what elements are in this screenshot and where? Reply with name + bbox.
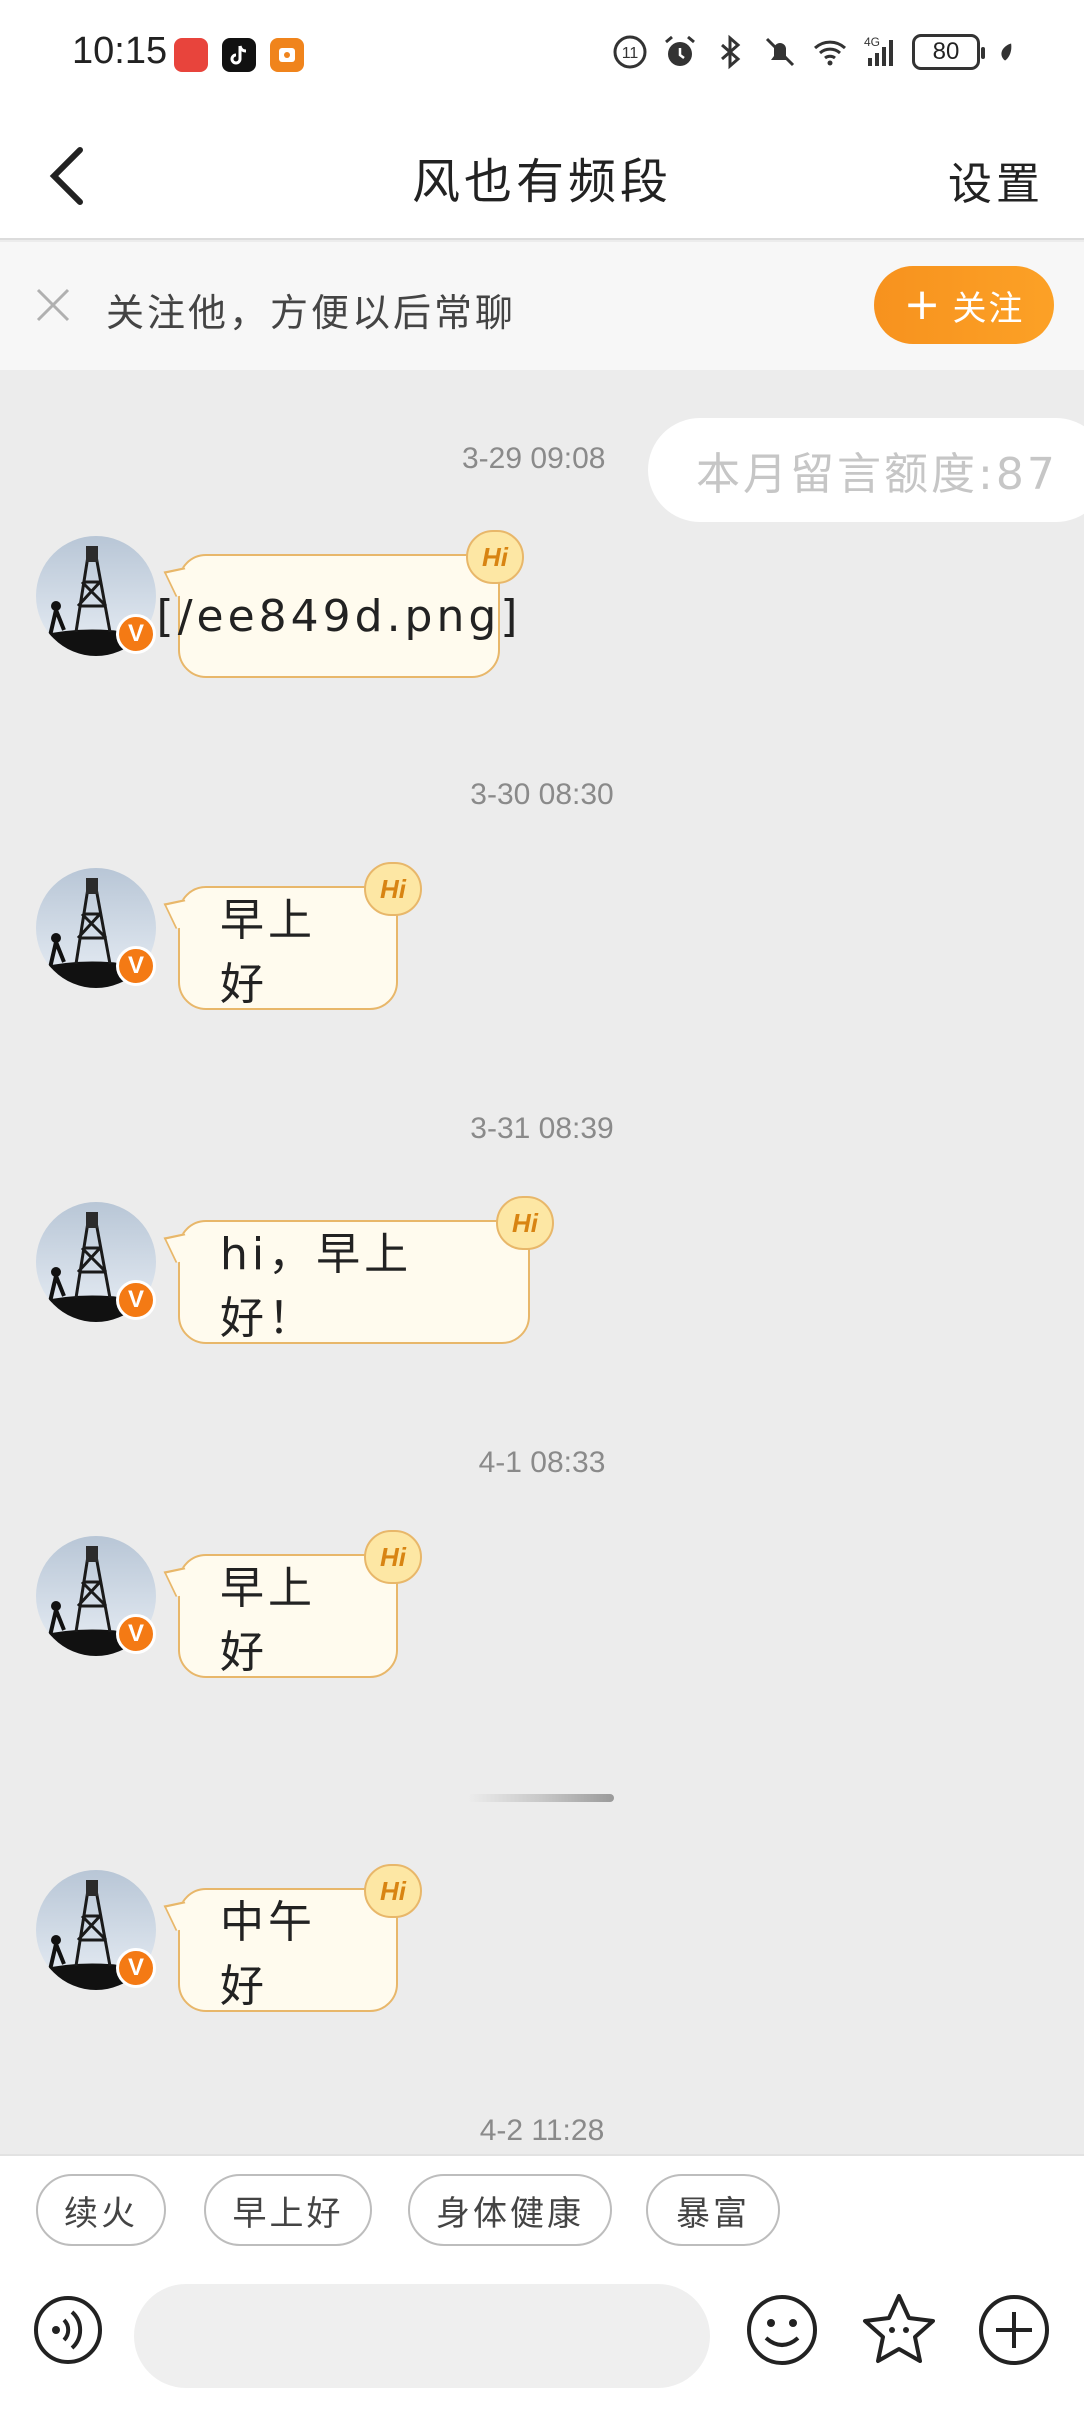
message-input[interactable] [134, 2284, 710, 2388]
notification-icons [174, 38, 304, 72]
quick-reply-chip[interactable]: 暴富 [646, 2174, 780, 2246]
cellular-signal-icon: 4G [864, 35, 893, 66]
verified-badge: V [116, 946, 156, 986]
timestamp: 4-1 08:33 [478, 1446, 606, 1479]
svg-text:11: 11 [622, 45, 639, 62]
wifi-icon [813, 40, 847, 66]
page-title: 风也有频段 [411, 154, 672, 210]
quick-reply-chip[interactable]: 身体健康 [408, 2174, 612, 2246]
input-bar [0, 2260, 1084, 2412]
battery-indicator: 80 [912, 34, 985, 70]
message-bubble[interactable]: hi，早上好！ Hi [178, 1196, 554, 1344]
leaf-icon [1001, 43, 1012, 61]
tiktok-app-icon [222, 38, 256, 72]
verified-badge: V [116, 1280, 156, 1320]
message-text: 中午好 [220, 1897, 316, 2012]
orange-app-icon [270, 38, 304, 72]
bluetooth-icon [721, 34, 741, 70]
message-bubble[interactable]: [/ee849d.png] Hi [157, 530, 524, 678]
hi-badge: Hi [364, 862, 422, 916]
huawei-app-icon [174, 38, 208, 72]
message-bubble[interactable]: 中午好 Hi [178, 1864, 422, 2012]
follow-button-label: 关注 [952, 288, 1025, 329]
emoji-icon[interactable] [744, 2292, 820, 2368]
hi-badge: Hi [364, 1864, 422, 1918]
chat-header: 风也有频段 设置 [0, 112, 1084, 240]
settings-button[interactable]: 设置 [948, 148, 1044, 212]
message-bubble[interactable]: 早上好 Hi [178, 1530, 422, 1678]
hi-badge: Hi [466, 530, 524, 584]
quick-replies: 续火 早上好 身体健康 暴富 [0, 2154, 1084, 2260]
plus-icon[interactable] [976, 2292, 1052, 2368]
loading-indicator [468, 1794, 614, 1802]
close-icon[interactable] [30, 282, 76, 328]
follow-prompt: 关注他，方便以后常聊 [106, 291, 517, 335]
hd-call-icon: 11 [613, 35, 647, 69]
timestamp: 3-29 09:08 [462, 442, 606, 475]
timestamp: 4-2 11:28 [479, 2114, 605, 2147]
quick-reply-chip[interactable]: 早上好 [204, 2174, 372, 2246]
message-bubble[interactable]: 早上好 Hi [178, 862, 422, 1010]
status-time: 10:15 [72, 30, 168, 72]
message-text: 早上好 [220, 895, 316, 1010]
status-indicators: 11 4G 80 [612, 34, 1016, 70]
message-text: hi，早上好！ [220, 1229, 413, 1344]
chat-area[interactable]: 3-29 09:08 本月留言额度:87 V [/ee849d.png] Hi … [0, 370, 1084, 2154]
status-bar: 10:15 11 4G 80 [0, 0, 1084, 112]
voice-icon[interactable] [32, 2294, 104, 2366]
svg-text:4G: 4G [864, 35, 880, 49]
follow-banner: 关注他，方便以后常聊 + 关注 [0, 242, 1084, 370]
alarm-icon [665, 35, 695, 66]
mute-bell-icon [765, 37, 795, 67]
message-text: 早上好 [220, 1563, 316, 1678]
quick-reply-chip[interactable]: 续火 [36, 2174, 166, 2246]
plus-icon: + [903, 279, 943, 330]
timestamp: 3-30 08:30 [470, 778, 614, 811]
verified-badge: V [116, 1614, 156, 1654]
verified-badge: V [116, 614, 156, 654]
verified-badge: V [116, 1948, 156, 1988]
timestamp: 3-31 08:39 [470, 1112, 614, 1145]
message-text: [/ee849d.png] [156, 590, 522, 642]
follow-button[interactable]: + 关注 [874, 266, 1054, 344]
star-sticker-icon[interactable] [860, 2290, 938, 2368]
hi-badge: Hi [364, 1530, 422, 1584]
message-quota-notice: 本月留言额度:87 [648, 418, 1084, 522]
hi-badge: Hi [496, 1196, 554, 1250]
